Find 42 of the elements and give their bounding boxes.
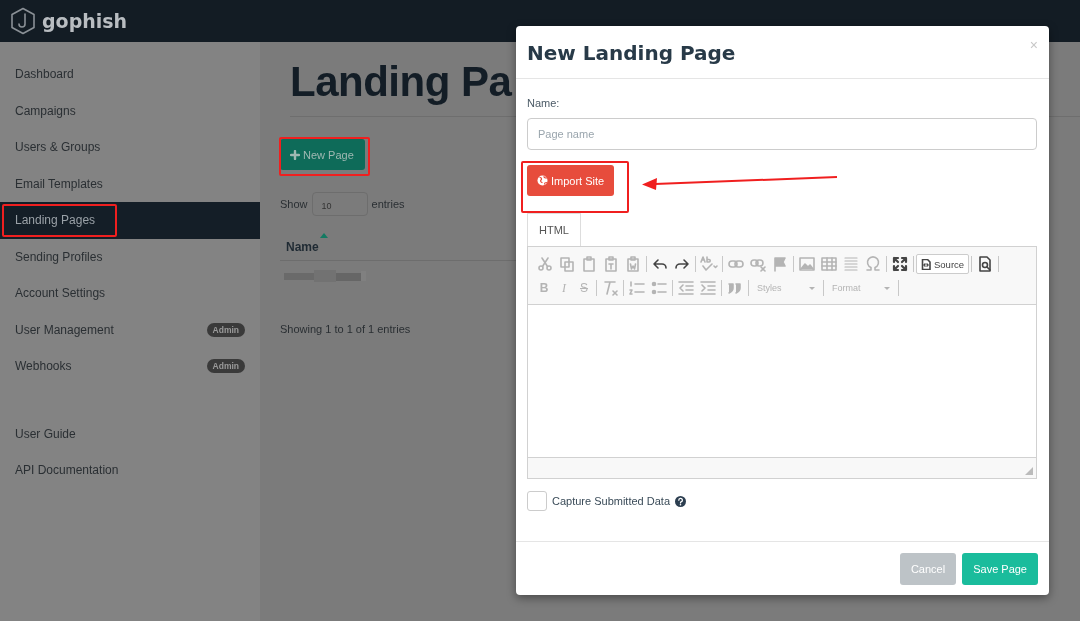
plus-icon [290,149,300,160]
sidebar-item[interactable]: Dashboard [0,56,260,93]
sidebar-item[interactable]: User Management Admin [0,311,260,348]
resize-grip-icon[interactable] [1025,467,1033,475]
admin-badge: Admin [206,322,245,337]
admin-badge: Admin [206,359,245,374]
sidebar-item[interactable]: Campaigns [0,92,260,129]
save-button[interactable]: Save Page [962,553,1038,585]
editor-tab[interactable]: HTML [527,213,581,246]
entries-label: entries [371,198,405,210]
source-button[interactable]: Source [916,254,970,274]
expand-icon[interactable] [892,256,908,272]
checkbox[interactable] [527,491,547,511]
brand-name: gophish [42,10,128,32]
column-header[interactable]: Name [286,240,319,254]
sidebar-link[interactable]: User Guide [0,415,260,452]
show-label: Show [280,198,308,210]
caret-icon [884,286,890,290]
sidebar-item[interactable]: Sending Profiles [0,238,260,275]
name-field[interactable]: Page name [527,118,1037,150]
entries-select[interactable]: 10 [311,192,368,216]
checkbox-label: Capture Submitted Data [552,495,670,507]
new-page-button[interactable]: New Page [280,139,365,170]
help-icon[interactable] [675,495,686,507]
redo-icon[interactable] [674,256,690,272]
name-label: Name: [527,97,561,109]
sidebar-item[interactable]: Landing Pages [0,202,260,239]
modal-title: New Landing Page [527,41,736,65]
page-title: Landing Pa [290,57,512,107]
preview-icon[interactable] [977,256,994,272]
sidebar-link[interactable]: API Documentation [0,452,260,489]
sidebar-item[interactable]: Account Settings [0,275,260,312]
caret-icon [809,286,815,290]
sidebar-item[interactable]: Webhooks Admin [0,348,260,385]
undo-icon[interactable] [652,256,668,272]
import-site-button[interactable]: Import Site [527,165,615,196]
table-info: Showing 1 to 1 of 1 entries [280,323,412,335]
sidebar-item[interactable]: Users & Groups [0,129,260,166]
document-icon [921,258,931,270]
globe-icon [537,175,548,186]
sidebar-item[interactable]: Email Templates [0,165,260,202]
logo-icon [10,7,36,35]
